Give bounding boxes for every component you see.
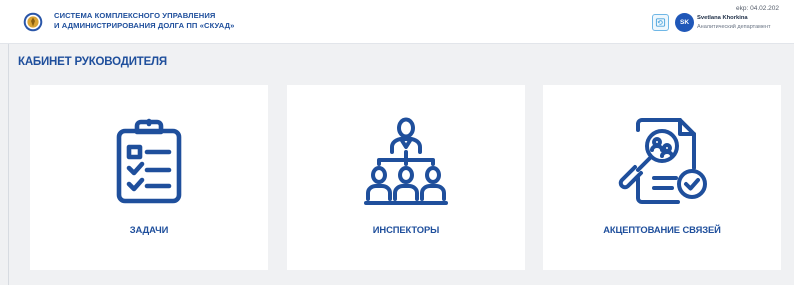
user-name[interactable]: Svetlana Khorkina xyxy=(697,15,748,21)
card-inspectors-label: ИНСПЕКТОРЫ xyxy=(372,224,440,235)
card-inspectors[interactable]: ИНСПЕКТОРЫ xyxy=(287,85,525,270)
refresh-button[interactable] xyxy=(652,14,669,31)
card-link-acceptance-label: АКЦЕПТОВАНИЕ СВЯЗЕЙ xyxy=(603,224,721,235)
left-divider xyxy=(8,44,9,285)
card-link-acceptance[interactable]: АКЦЕПТОВАНИЕ СВЯЗЕЙ xyxy=(543,85,781,270)
emblem-logo xyxy=(23,12,43,32)
document-search-check-icon xyxy=(618,118,707,204)
card-tasks-label: ЗАДАЧИ xyxy=(129,224,169,235)
app-title: СИСТЕМА КОМПЛЕКСНОГО УПРАВЛЕНИЯ И АДМИНИ… xyxy=(54,11,234,31)
version-label: ekp: 04.02.202 xyxy=(736,5,780,12)
user-department: Аналитический департамент xyxy=(697,24,771,30)
card-tasks[interactable]: ЗАДАЧИ xyxy=(30,85,268,270)
org-hierarchy-icon xyxy=(364,117,448,205)
user-avatar[interactable]: SK xyxy=(675,13,694,32)
app-title-line-1: СИСТЕМА КОМПЛЕКСНОГО УПРАВЛЕНИЯ xyxy=(54,11,216,20)
refresh-icon xyxy=(655,18,666,27)
clipboard-checklist-icon xyxy=(116,118,182,204)
top-header: СИСТЕМА КОМПЛЕКСНОГО УПРАВЛЕНИЯ И АДМИНИ… xyxy=(0,0,794,44)
app-title-line-2: И АДМИНИСТРИРОВАНИЯ ДОЛГА ПП «СКУАД» xyxy=(54,21,235,30)
page-title: КАБИНЕТ РУКОВОДИТЕЛЯ xyxy=(18,56,167,68)
